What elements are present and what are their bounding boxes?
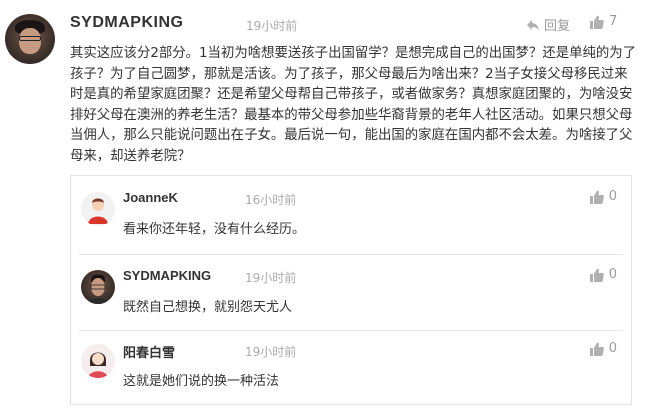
like-count: 0 (608, 341, 617, 356)
replies-panel: JoanneK 16小时前 0 看来你还年轻，没有什么经历。 SYDMAPKIN… (70, 175, 632, 405)
avatar[interactable] (81, 192, 115, 226)
reply-arrow-icon (527, 19, 539, 30)
thumbs-up-icon (589, 190, 604, 204)
reply-username[interactable]: 阳春白雪 (123, 342, 175, 361)
like-count: 0 (608, 267, 617, 282)
reply-item: SYDMAPKING 19小时前 0 既然自己想换，就别怨天尤人 (71, 254, 631, 330)
reply-timestamp: 19小时前 (245, 271, 297, 285)
reply-username[interactable]: SYDMAPKING (123, 268, 211, 283)
reply-body: 既然自己想换，就别怨天尤人 (123, 300, 293, 315)
thumbs-up-icon (589, 342, 604, 356)
reply-item: JoanneK 16小时前 0 看来你还年轻，没有什么经历。 (71, 176, 631, 252)
reply-label: 回复 (544, 19, 571, 34)
like-button[interactable]: 7 (590, 14, 617, 29)
comment-body: 其实这应该分2部分。1当初为啥想要送孩子出国留学？是想完成自己的出国梦？还是单纯… (70, 46, 637, 164)
reply-button[interactable]: 回复 (526, 15, 570, 34)
like-count: 7 (609, 14, 618, 29)
thumbs-up-icon (590, 15, 604, 29)
main-comment: SYDMAPKING 19小时前 回复 7 其实这应该分2部分。1当初为啥想要送… (0, 0, 645, 175)
timestamp: 19小时前 (246, 19, 298, 33)
avatar[interactable] (81, 270, 115, 304)
avatar[interactable] (5, 14, 55, 64)
username[interactable]: SYDMAPKING (70, 14, 183, 32)
reply-body: 这就是她们说的换一种活法 (123, 374, 280, 389)
reply-body: 看来你还年轻，没有什么经历。 (123, 222, 306, 237)
like-button[interactable]: 0 (589, 267, 617, 282)
like-count: 0 (608, 189, 617, 204)
like-button[interactable]: 0 (589, 189, 617, 204)
reply-timestamp: 16小时前 (245, 193, 297, 207)
reply-item: 阳春白雪 19小时前 0 这就是她们说的换一种活法 (71, 328, 631, 404)
reply-username[interactable]: JoanneK (123, 190, 178, 205)
reply-timestamp: 19小时前 (245, 345, 297, 359)
avatar[interactable] (81, 344, 115, 378)
like-button[interactable]: 0 (589, 341, 617, 356)
thumbs-up-icon (589, 268, 604, 282)
